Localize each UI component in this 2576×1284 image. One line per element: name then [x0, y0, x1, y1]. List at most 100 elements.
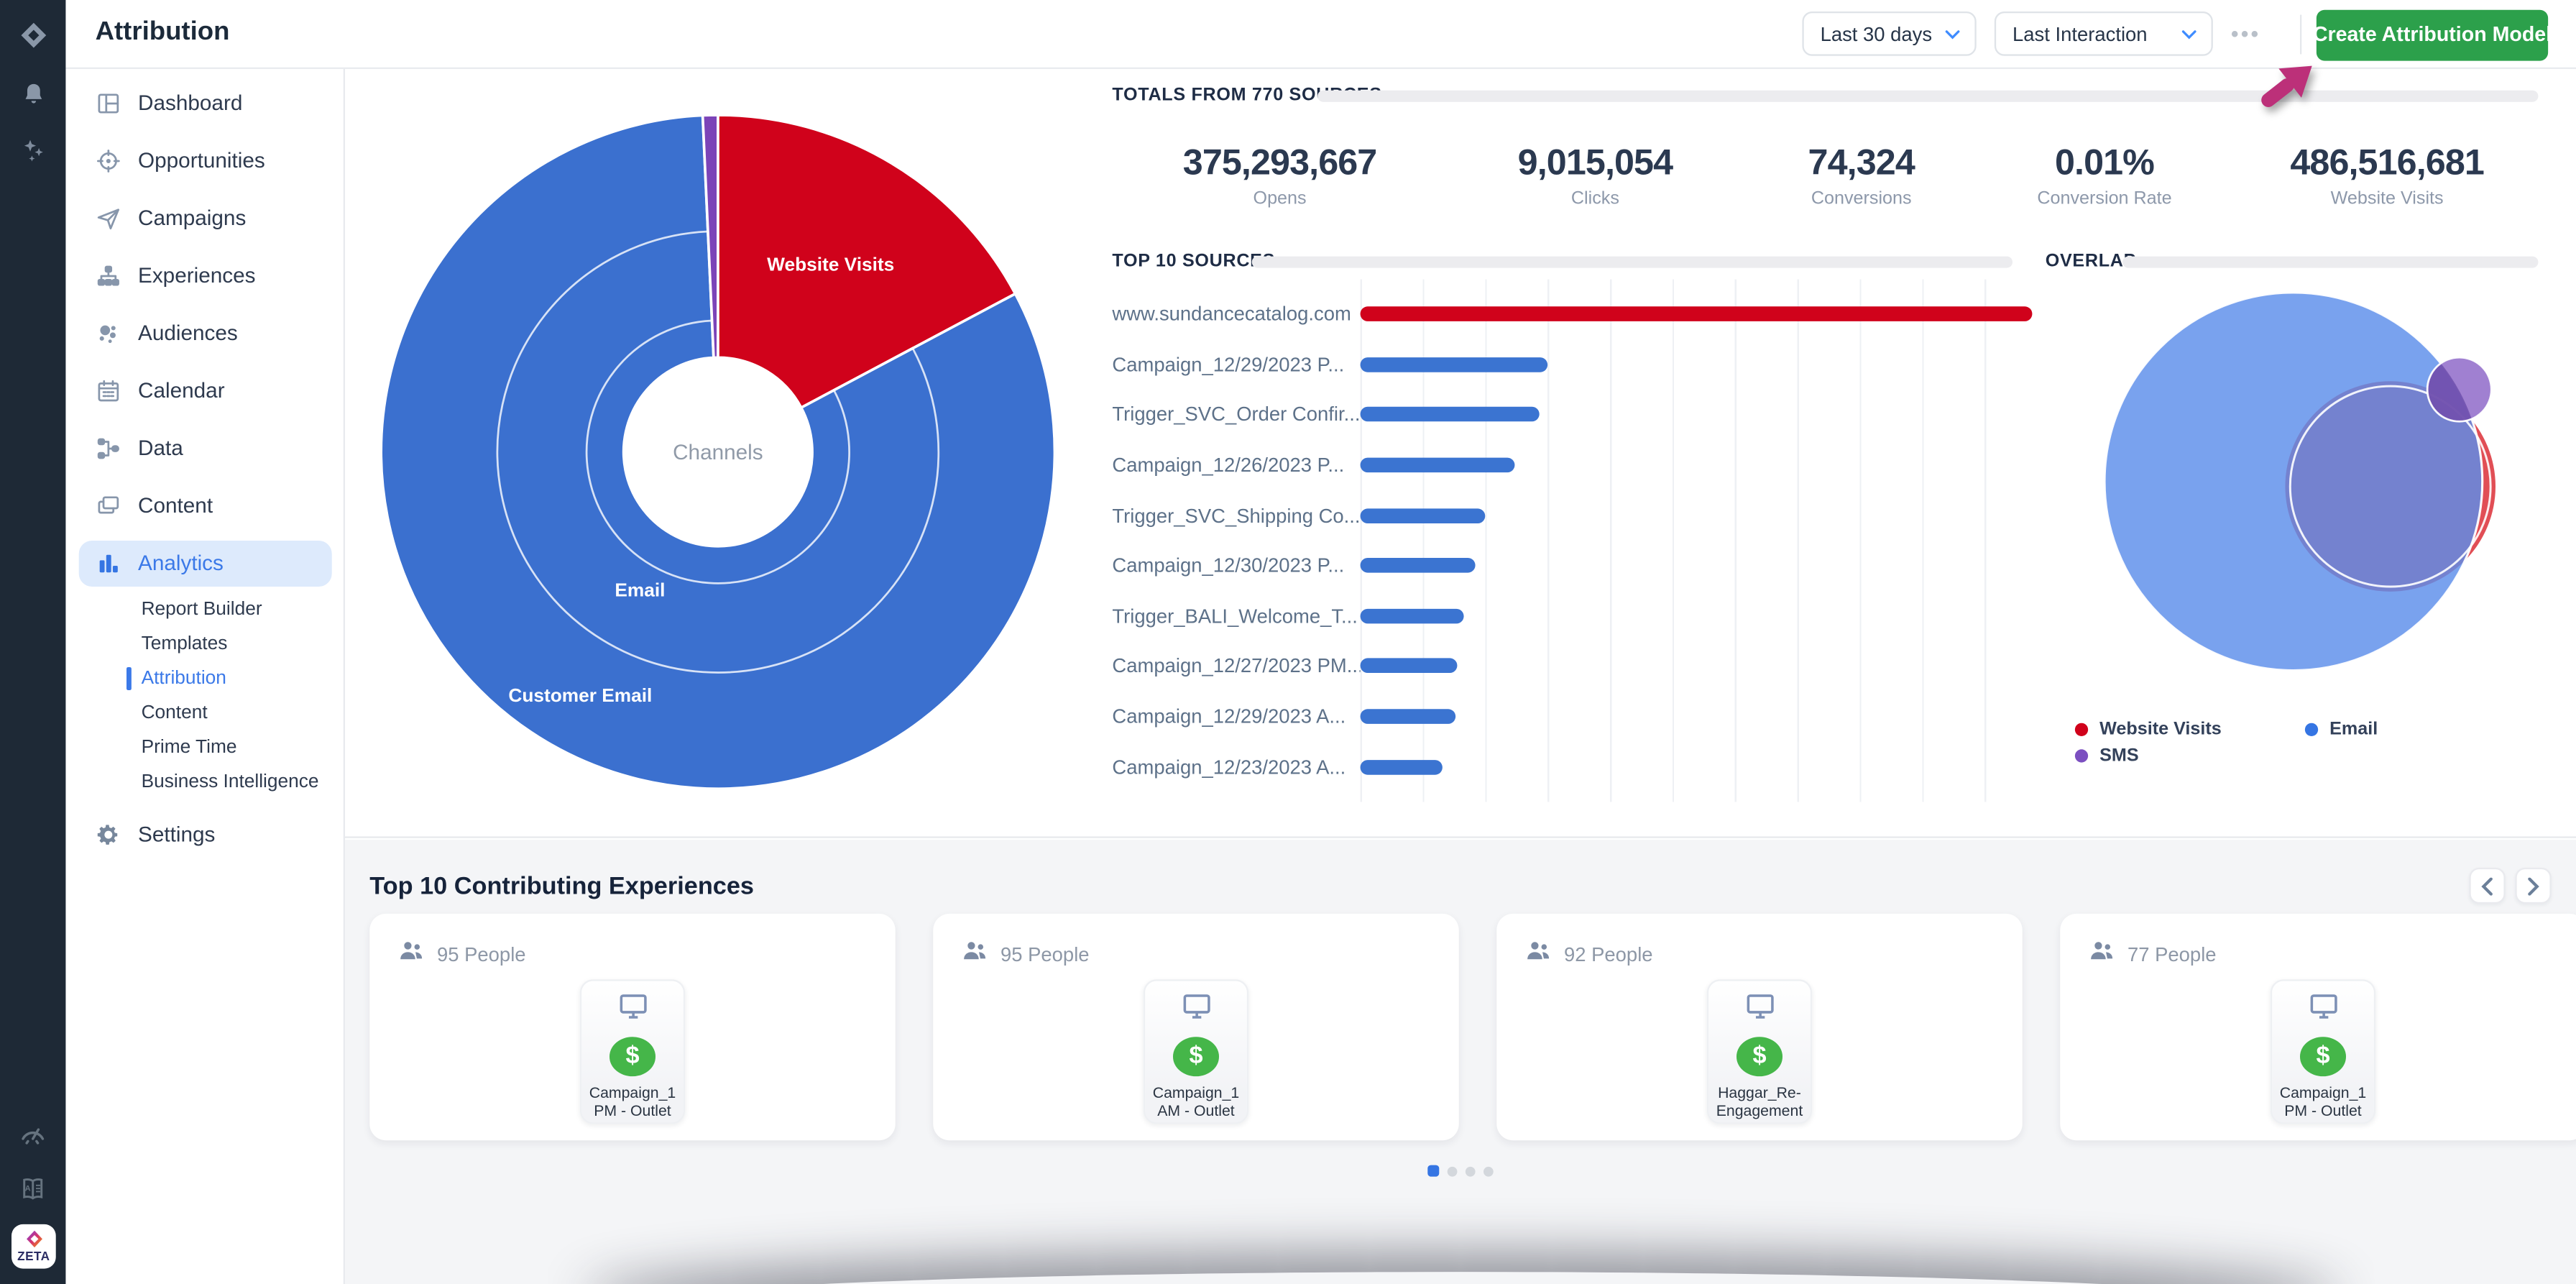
pages-icon [96, 492, 122, 519]
source-bar-area [1361, 339, 2033, 390]
source-bar [1361, 408, 1540, 423]
stat-value: 375,293,667 [1183, 143, 1377, 183]
chevron-down-icon [2181, 29, 2196, 39]
experience-audience: 92 People [1526, 940, 1652, 969]
sidebar-item-analytics[interactable]: Analytics [79, 540, 332, 586]
source-bar-area [1361, 289, 2033, 339]
carousel-dot[interactable] [1466, 1166, 1476, 1176]
book-icon[interactable]: A [0, 1168, 65, 1211]
sidebar-subitem-report-builder[interactable]: Report Builder [65, 592, 345, 627]
sidebar-item-settings[interactable]: Settings [79, 811, 332, 857]
page-title: Attribution [96, 18, 230, 47]
dashboard-icon [96, 90, 122, 116]
experience-audience: 77 People [2089, 940, 2216, 969]
source-label: Campaign_12/27/2023 PM... [1112, 655, 1360, 678]
sidebar-item-content[interactable]: Content [79, 482, 332, 528]
experience-card[interactable]: 77 People $ Campaign_1PM - Outlet [2060, 914, 2576, 1140]
source-label: Campaign_12/26/2023 P... [1112, 454, 1360, 477]
stat-value: 0.01% [2037, 143, 2171, 183]
carousel-dot-active[interactable] [1427, 1165, 1439, 1177]
source-row[interactable]: Campaign_12/30/2023 P... [1112, 541, 2032, 591]
monitor-icon [1180, 993, 1211, 1029]
dollar-icon: $ [1736, 1037, 1782, 1076]
experience-node-label: Campaign_1AM - Outlet [1153, 1084, 1240, 1122]
sidebar-item-audiences[interactable]: Audiences [79, 310, 332, 356]
stat-website-visits: 486,516,681 Website Visits [2290, 143, 2484, 209]
source-row[interactable]: Campaign_12/26/2023 P... [1112, 440, 2032, 490]
carousel-next-button[interactable] [2515, 868, 2551, 904]
contributing-experiences-section: Top 10 Contributing Experiences 95 Peopl… [345, 840, 2576, 1284]
stat-label: Clicks [1518, 189, 1673, 208]
monitor-icon [1744, 993, 1775, 1029]
experience-card[interactable]: 95 People $ Campaign_1PM - Outlet [369, 914, 895, 1140]
legend-label: Website Visits [2099, 720, 2222, 739]
source-row[interactable]: Campaign_12/23/2023 A... [1112, 742, 2032, 792]
sidebar-item-calendar[interactable]: Calendar [79, 367, 332, 413]
zeta-mark-icon[interactable] [0, 13, 65, 55]
stat-value: 486,516,681 [2290, 143, 2484, 183]
create-attribution-model-button[interactable]: Create Attribution Model [2317, 9, 2548, 60]
source-label: www.sundancecatalog.com [1112, 303, 1360, 326]
sidebar-item-dashboard[interactable]: Dashboard [79, 80, 332, 126]
sidebar-subitem-templates[interactable]: Templates [65, 627, 345, 661]
carousel-dot[interactable] [1484, 1166, 1494, 1176]
sparkles-icon[interactable] [0, 128, 65, 170]
stat-opens: 375,293,667 Opens [1183, 143, 1377, 209]
carousel-pagination [1427, 1165, 1493, 1177]
experience-node[interactable]: $ Campaign_1PM - Outlet [580, 979, 685, 1124]
bell-icon[interactable] [0, 73, 65, 115]
sidebar-subitem-attribution[interactable]: Attribution [65, 661, 345, 696]
experience-card[interactable]: 92 People $ Haggar_Re-Engagement [1496, 914, 2022, 1140]
date-range-select[interactable]: Last 30 days [1802, 12, 1976, 56]
sidebar-item-data[interactable]: Data [79, 425, 332, 471]
sidebar-item-opportunities[interactable]: Opportunities [79, 137, 332, 183]
chevron-down-icon [1945, 29, 1960, 39]
top-bar: Attribution Last 30 days Last Interactio… [65, 0, 2576, 69]
more-actions-button[interactable]: ••• [2231, 12, 2261, 56]
experience-node[interactable]: $ Campaign_1AM - Outlet [1144, 979, 1248, 1124]
legend-item-sms: SMS [2075, 746, 2139, 766]
people-icon [399, 940, 423, 969]
sidebar-subitem-content[interactable]: Content [65, 696, 345, 730]
carousel-prev-button[interactable] [2469, 868, 2505, 904]
experience-node-label: Campaign_1PM - Outlet [2280, 1084, 2367, 1122]
experience-node-label: Haggar_Re-Engagement [1716, 1084, 1803, 1122]
source-row[interactable]: Trigger_SVC_Shipping Co... [1112, 490, 2032, 541]
stat-conversions: 74,324Conversions [1808, 143, 1915, 209]
bubbles-icon [96, 320, 122, 347]
people-count: 92 People [1564, 943, 1653, 966]
sidebar-subitem-business-intelligence[interactable]: Business Intelligence [65, 765, 345, 799]
source-bar-area [1361, 692, 2033, 742]
stat-label: Conversions [1808, 189, 1915, 208]
svg-text:Customer Email: Customer Email [508, 684, 652, 706]
channels-sunburst-chart[interactable]: ChannelsWebsite VisitsEmailCustomer Emai… [381, 115, 1054, 789]
sidebar-item-experiences[interactable]: Experiences [79, 252, 332, 298]
chevron-right-icon [2526, 876, 2539, 894]
source-row[interactable]: Campaign_12/27/2023 PM... [1112, 641, 2032, 692]
legend-item-website-visits: Website Visits [2075, 720, 2222, 739]
experience-node[interactable]: $ Haggar_Re-Engagement [1707, 979, 1812, 1124]
monitor-icon [617, 993, 648, 1029]
target-icon [96, 147, 122, 174]
source-row[interactable]: Campaign_12/29/2023 P... [1112, 339, 2032, 390]
gauge-icon[interactable] [0, 1112, 65, 1155]
experience-node[interactable]: $ Campaign_1PM - Outlet [2271, 979, 2375, 1124]
experience-card[interactable]: 95 People $ Campaign_1AM - Outlet [933, 914, 1458, 1140]
legend-dot [2075, 749, 2088, 762]
stat-label: Website Visits [2290, 189, 2484, 208]
source-label: Trigger_BALI_Welcome_T... [1112, 605, 1360, 628]
experiences-title: Top 10 Contributing Experiences [369, 873, 754, 901]
svg-text:A: A [25, 1185, 31, 1193]
sidebar-subitem-prime-time[interactable]: Prime Time [65, 730, 345, 765]
sidebar-item-campaigns[interactable]: Campaigns [79, 195, 332, 241]
source-row[interactable]: Trigger_BALI_Welcome_T... [1112, 591, 2032, 641]
source-row[interactable]: Campaign_12/29/2023 A... [1112, 692, 2032, 742]
stat-label: Opens [1183, 189, 1377, 208]
carousel-dot[interactable] [1448, 1166, 1458, 1176]
zeta-logo-badge[interactable]: ZETA [12, 1224, 56, 1269]
source-row[interactable]: www.sundancecatalog.com [1112, 289, 2032, 339]
source-row[interactable]: Trigger_SVC_Order Confir... [1112, 390, 2032, 440]
source-bar-area [1361, 390, 2033, 440]
source-bar-area [1361, 541, 2033, 591]
attribution-model-select[interactable]: Last Interaction [1995, 12, 2213, 56]
